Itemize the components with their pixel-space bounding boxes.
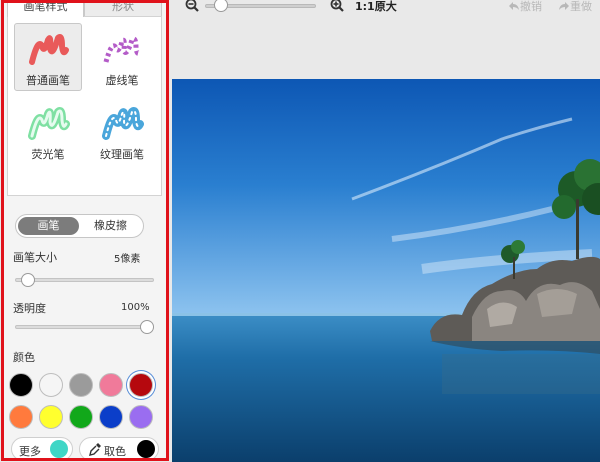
undo-icon [509, 2, 519, 10]
opacity-label: 透明度 [13, 302, 46, 315]
more-colors-label: 更多 [19, 445, 41, 458]
brush-label: 荧光笔 [31, 148, 65, 161]
drawing-canvas[interactable] [172, 79, 600, 462]
zoom-slider-thumb[interactable] [214, 0, 228, 12]
redo-icon [559, 2, 569, 10]
panel-tabs: 画笔样式 形状 [7, 3, 162, 17]
color-picker-button[interactable]: 取色 [79, 437, 159, 458]
opacity-slider[interactable] [15, 325, 154, 329]
brush-option-texture[interactable]: 纹理画笔 [88, 97, 156, 165]
color-swatch[interactable] [69, 373, 93, 397]
brush-size-slider-thumb[interactable] [21, 273, 36, 287]
tab-brush-style[interactable]: 画笔样式 [7, 3, 84, 17]
brush-label: 虚线笔 [105, 74, 139, 87]
redo-button[interactable]: 重做 [558, 0, 592, 14]
color-picker-label: 取色 [104, 445, 126, 458]
dashed-brush-icon [103, 36, 142, 63]
brush-option-plain[interactable]: 普通画笔 [14, 23, 82, 91]
mode-draw-button[interactable]: 画笔 [18, 217, 79, 235]
more-colors-button[interactable]: 更多 [11, 437, 73, 458]
highlighter-brush-icon [28, 107, 70, 140]
brush-label: 纹理画笔 [100, 148, 144, 161]
undo-label: 撤销 [520, 0, 542, 13]
color-swatch[interactable] [99, 405, 123, 429]
color-swatch[interactable] [9, 405, 33, 429]
picked-color-preview [137, 440, 155, 458]
color-swatch[interactable] [9, 373, 33, 397]
eyedropper-icon [89, 443, 101, 456]
brush-option-highlighter[interactable]: 荧光笔 [14, 97, 82, 165]
color-swatch[interactable] [39, 373, 63, 397]
brush-size-slider[interactable] [15, 278, 154, 282]
opacity-slider-thumb[interactable] [140, 320, 154, 334]
mode-eraser-button[interactable]: 橡皮擦 [80, 217, 141, 235]
brush-option-dashed[interactable]: 虚线笔 [88, 23, 156, 91]
opacity-value: 100% [121, 302, 150, 313]
color-swatch[interactable] [129, 373, 153, 397]
brush-label: 普通画笔 [26, 74, 70, 87]
plain-brush-icon [29, 34, 69, 65]
zoom-out-icon[interactable] [185, 0, 199, 12]
color-swatch[interactable] [69, 405, 93, 429]
texture-brush-icon [102, 107, 144, 140]
brush-style-list: 普通画笔 虚线笔 荧光笔 纹理画笔 [7, 16, 162, 196]
color-swatch[interactable] [129, 405, 153, 429]
draw-erase-toggle: 画笔 橡皮擦 [15, 214, 144, 238]
seascape-photo [172, 79, 600, 462]
tab-shape[interactable]: 形状 [84, 3, 162, 17]
brush-size-value: 5像素 [114, 254, 141, 265]
color-section-label: 颜色 [13, 351, 35, 364]
color-swatch[interactable] [39, 405, 63, 429]
zoom-in-icon[interactable] [330, 0, 344, 12]
redo-label: 重做 [570, 0, 592, 13]
undo-button[interactable]: 撤销 [508, 0, 542, 14]
actual-size-button[interactable]: 1:1原大 [355, 0, 397, 14]
brush-size-label: 画笔大小 [13, 251, 57, 264]
brush-panel: 画笔样式 形状 普通画笔 虚线笔 荧光笔 纹理画笔 画笔 橡皮擦 画笔大小 5像… [1, 0, 169, 461]
color-swatch[interactable] [99, 373, 123, 397]
more-color-preview [50, 440, 68, 458]
